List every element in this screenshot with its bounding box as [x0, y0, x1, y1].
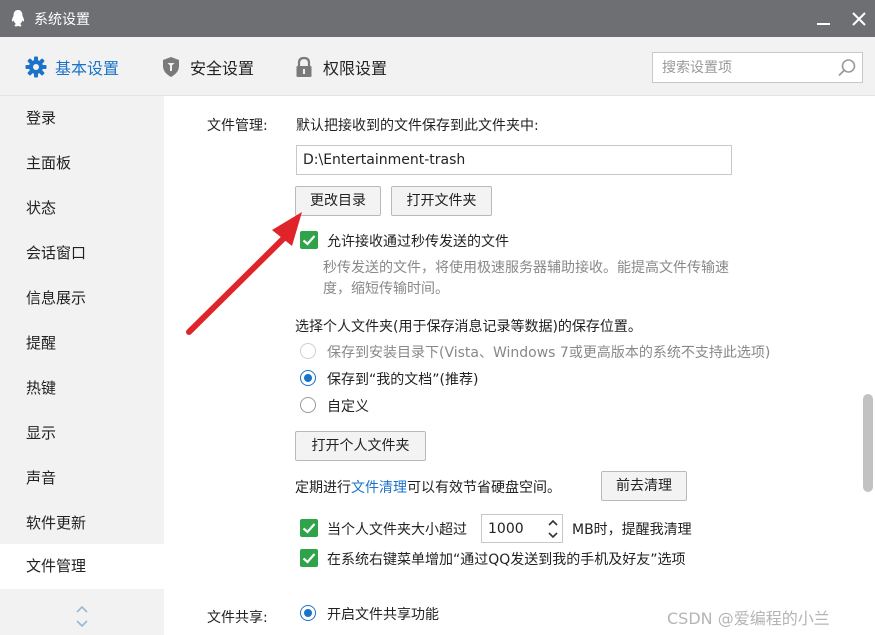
open-folder-button[interactable]: 打开文件夹 — [391, 186, 492, 216]
radio-save-my-documents-label[interactable]: 保存到“我的文档”(推荐) — [327, 369, 478, 389]
settings-content-pane: 文件管理: 默认把接收到的文件保存到此文件夹中: 更改目录 打开文件夹 允许接收… — [164, 96, 875, 635]
size-limit-stepper — [481, 514, 563, 543]
radio-save-install-dir-label: 保存到安装目录下(Vista、Windows 7或更高版本的系统不支持此选项) — [327, 345, 771, 361]
chevron-down-icon[interactable] — [74, 616, 90, 632]
close-icon — [852, 12, 866, 26]
close-button[interactable] — [843, 2, 875, 34]
stepper-up-icon[interactable] — [544, 516, 562, 529]
sidebar-item-info-display[interactable]: 信息展示 — [0, 276, 164, 321]
change-directory-button[interactable]: 更改目录 — [295, 186, 381, 216]
flash-transfer-description-line-1: 秒传发送的文件，将使用极速服务器辅助接收。能提高文件传输速 — [323, 260, 729, 276]
sidebar-item-hotkeys[interactable]: 热键 — [0, 366, 164, 411]
sidebar-item-login[interactable]: 登录 — [0, 96, 164, 141]
sidebar-item-software-update[interactable]: 软件更新 — [0, 501, 164, 546]
radio-save-install-dir — [300, 343, 316, 359]
size-warning-prefix: 当个人文件夹大小超过 — [327, 522, 467, 538]
watermark: CSDN @爱编程的小兰 — [667, 609, 830, 628]
flash-transfer-label: 允许接收通过秒传发送的文件 — [327, 234, 509, 250]
save-path-field-box — [296, 145, 732, 175]
enable-file-sharing-radio[interactable] — [300, 605, 316, 621]
chevron-up-icon[interactable] — [74, 601, 90, 617]
sidebar-item-reminder[interactable]: 提醒 — [0, 321, 164, 366]
qq-penguin-icon — [11, 10, 25, 27]
cleanup-suffix: 可以有效节省硬盘空间。 — [407, 480, 561, 496]
enable-file-sharing-label[interactable]: 开启文件共享功能 — [327, 604, 439, 624]
tab-label: 权限设置 — [323, 58, 388, 78]
sidebar-item-status[interactable]: 状态 — [0, 186, 164, 231]
size-warning-suffix: MB时，提醒我清理 — [572, 522, 692, 538]
radio-custom[interactable] — [300, 397, 316, 413]
tab-security-settings[interactable]: 安全设置 — [160, 37, 254, 96]
lock-icon — [296, 56, 312, 77]
checkmark-icon — [302, 523, 316, 534]
cleanup-description: 定期进行文件清理可以有效节省硬盘空间。 — [295, 477, 561, 497]
go-cleanup-button[interactable]: 前去清理 — [601, 471, 687, 501]
flash-transfer-description-line-2: 度，缩短传输时间。 — [323, 281, 449, 297]
save-path-field[interactable] — [297, 146, 731, 174]
flash-transfer-checkbox[interactable] — [300, 231, 318, 249]
file-management-section-label: 文件管理: — [207, 118, 268, 134]
search-input[interactable] — [653, 53, 833, 82]
tab-permission-settings[interactable]: 权限设置 — [293, 37, 387, 96]
checkmark-icon — [302, 235, 316, 246]
tab-label: 安全设置 — [190, 58, 255, 78]
settings-sidebar: 登录 主面板 状态 会话窗口 信息展示 提醒 热键 显示 声音 软件更新 文件管… — [0, 96, 164, 635]
content-scrollbar-thumb[interactable] — [863, 394, 873, 492]
radio-custom-label[interactable]: 自定义 — [327, 396, 369, 416]
file-cleanup-link[interactable]: 文件清理 — [351, 480, 407, 496]
save-folder-description: 默认把接收到的文件保存到此文件夹中: — [296, 118, 539, 134]
stepper-down-icon[interactable] — [544, 529, 562, 542]
cleanup-prefix: 定期进行 — [295, 480, 351, 496]
tab-label: 基本设置 — [55, 58, 120, 78]
tab-basic-settings[interactable]: 基本设置 — [25, 37, 119, 96]
context-menu-checkbox[interactable] — [300, 549, 318, 567]
gear-icon — [25, 56, 47, 77]
sidebar-item-file-management[interactable]: 文件管理 — [0, 544, 164, 589]
minimize-button[interactable] — [806, 2, 840, 34]
settings-search-box — [652, 52, 863, 83]
size-limit-input[interactable] — [482, 515, 542, 542]
sidebar-item-sound[interactable]: 声音 — [0, 456, 164, 501]
sidebar-item-display[interactable]: 显示 — [0, 411, 164, 456]
radio-save-my-documents[interactable] — [300, 370, 316, 386]
window-title: 系统设置 — [34, 12, 90, 28]
search-icon[interactable] — [837, 58, 857, 78]
sidebar-item-main-panel[interactable]: 主面板 — [0, 141, 164, 186]
sidebar-item-chat-window[interactable]: 会话窗口 — [0, 231, 164, 276]
context-menu-label: 在系统右键菜单增加“通过QQ发送到我的手机及好友”选项 — [327, 552, 686, 568]
settings-tab-bar: 基本设置 安全设置 权限设置 — [0, 37, 875, 96]
shield-icon — [163, 56, 179, 77]
size-warning-checkbox[interactable] — [300, 519, 318, 537]
open-personal-folder-button[interactable]: 打开个人文件夹 — [295, 431, 426, 461]
file-sharing-section-label: 文件共享: — [207, 610, 268, 626]
personal-folder-description: 选择个人文件夹(用于保存消息记录等数据)的保存位置。 — [295, 319, 642, 335]
checkmark-icon — [302, 553, 316, 564]
title-bar: 系统设置 — [0, 0, 875, 37]
